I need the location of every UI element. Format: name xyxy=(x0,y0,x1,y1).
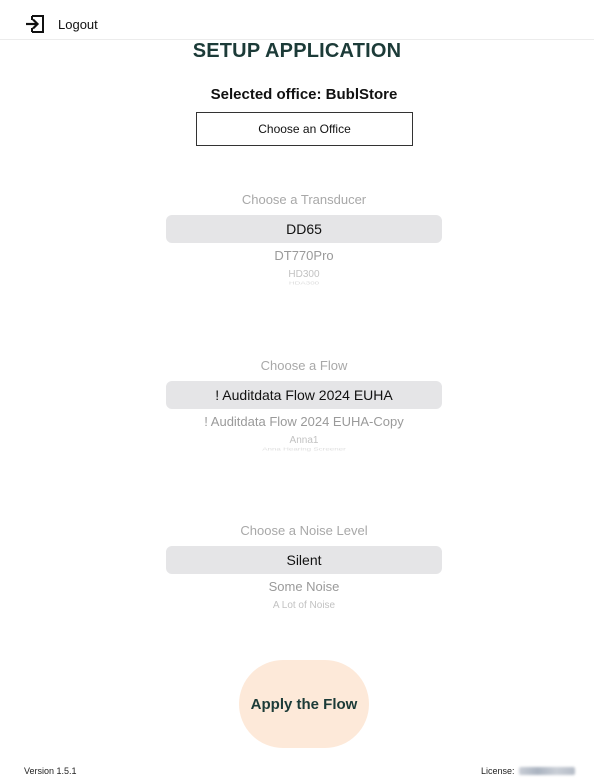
noise-option-selected[interactable]: Silent xyxy=(166,546,442,574)
apply-flow-button[interactable]: Apply the Flow xyxy=(239,660,369,748)
version-label: Version 1.5.1 xyxy=(24,766,77,776)
noise-level-picker[interactable]: Choose a Noise Level Silent Some Noise A… xyxy=(166,521,442,612)
transducer-option-selected[interactable]: DD65 xyxy=(166,215,442,243)
flow-option[interactable]: Anna1 xyxy=(166,435,442,447)
flow-option[interactable]: Anna Hearing Screener xyxy=(166,447,442,451)
noise-option[interactable]: Some Noise xyxy=(166,576,442,598)
transducer-option[interactable]: HDA300 xyxy=(166,281,442,285)
logout-button[interactable]: Logout xyxy=(24,13,98,35)
license-info: License: xyxy=(481,766,575,776)
choose-office-button[interactable]: Choose an Office xyxy=(196,112,413,146)
logout-label: Logout xyxy=(58,16,98,32)
flow-picker-label: Choose a Flow xyxy=(260,358,348,373)
transducer-option[interactable]: HD300 xyxy=(166,269,442,281)
noise-picker-label: Choose a Noise Level xyxy=(240,523,368,538)
license-key-redacted xyxy=(518,767,575,775)
flow-option[interactable]: ! Auditdata Flow 2024 EUHA-Copy xyxy=(166,411,442,433)
logout-icon xyxy=(26,15,44,33)
flow-option-selected[interactable]: ! Auditdata Flow 2024 EUHA xyxy=(166,381,442,409)
license-label: License: xyxy=(481,766,515,776)
flow-picker[interactable]: Choose a Flow ! Auditdata Flow 2024 EUHA… xyxy=(166,356,442,455)
transducer-picker[interactable]: Choose a Transducer DD65 DT770Pro HD300 … xyxy=(166,190,442,289)
selected-office-label: Selected office: BublStore xyxy=(210,86,398,103)
page-title: SETUP APPLICATION xyxy=(192,40,402,62)
top-bar: Logout xyxy=(0,0,594,40)
noise-option[interactable]: A Lot of Noise xyxy=(166,600,442,612)
transducer-option[interactable]: DT770Pro xyxy=(166,245,442,267)
transducer-picker-label: Choose a Transducer xyxy=(241,192,367,207)
